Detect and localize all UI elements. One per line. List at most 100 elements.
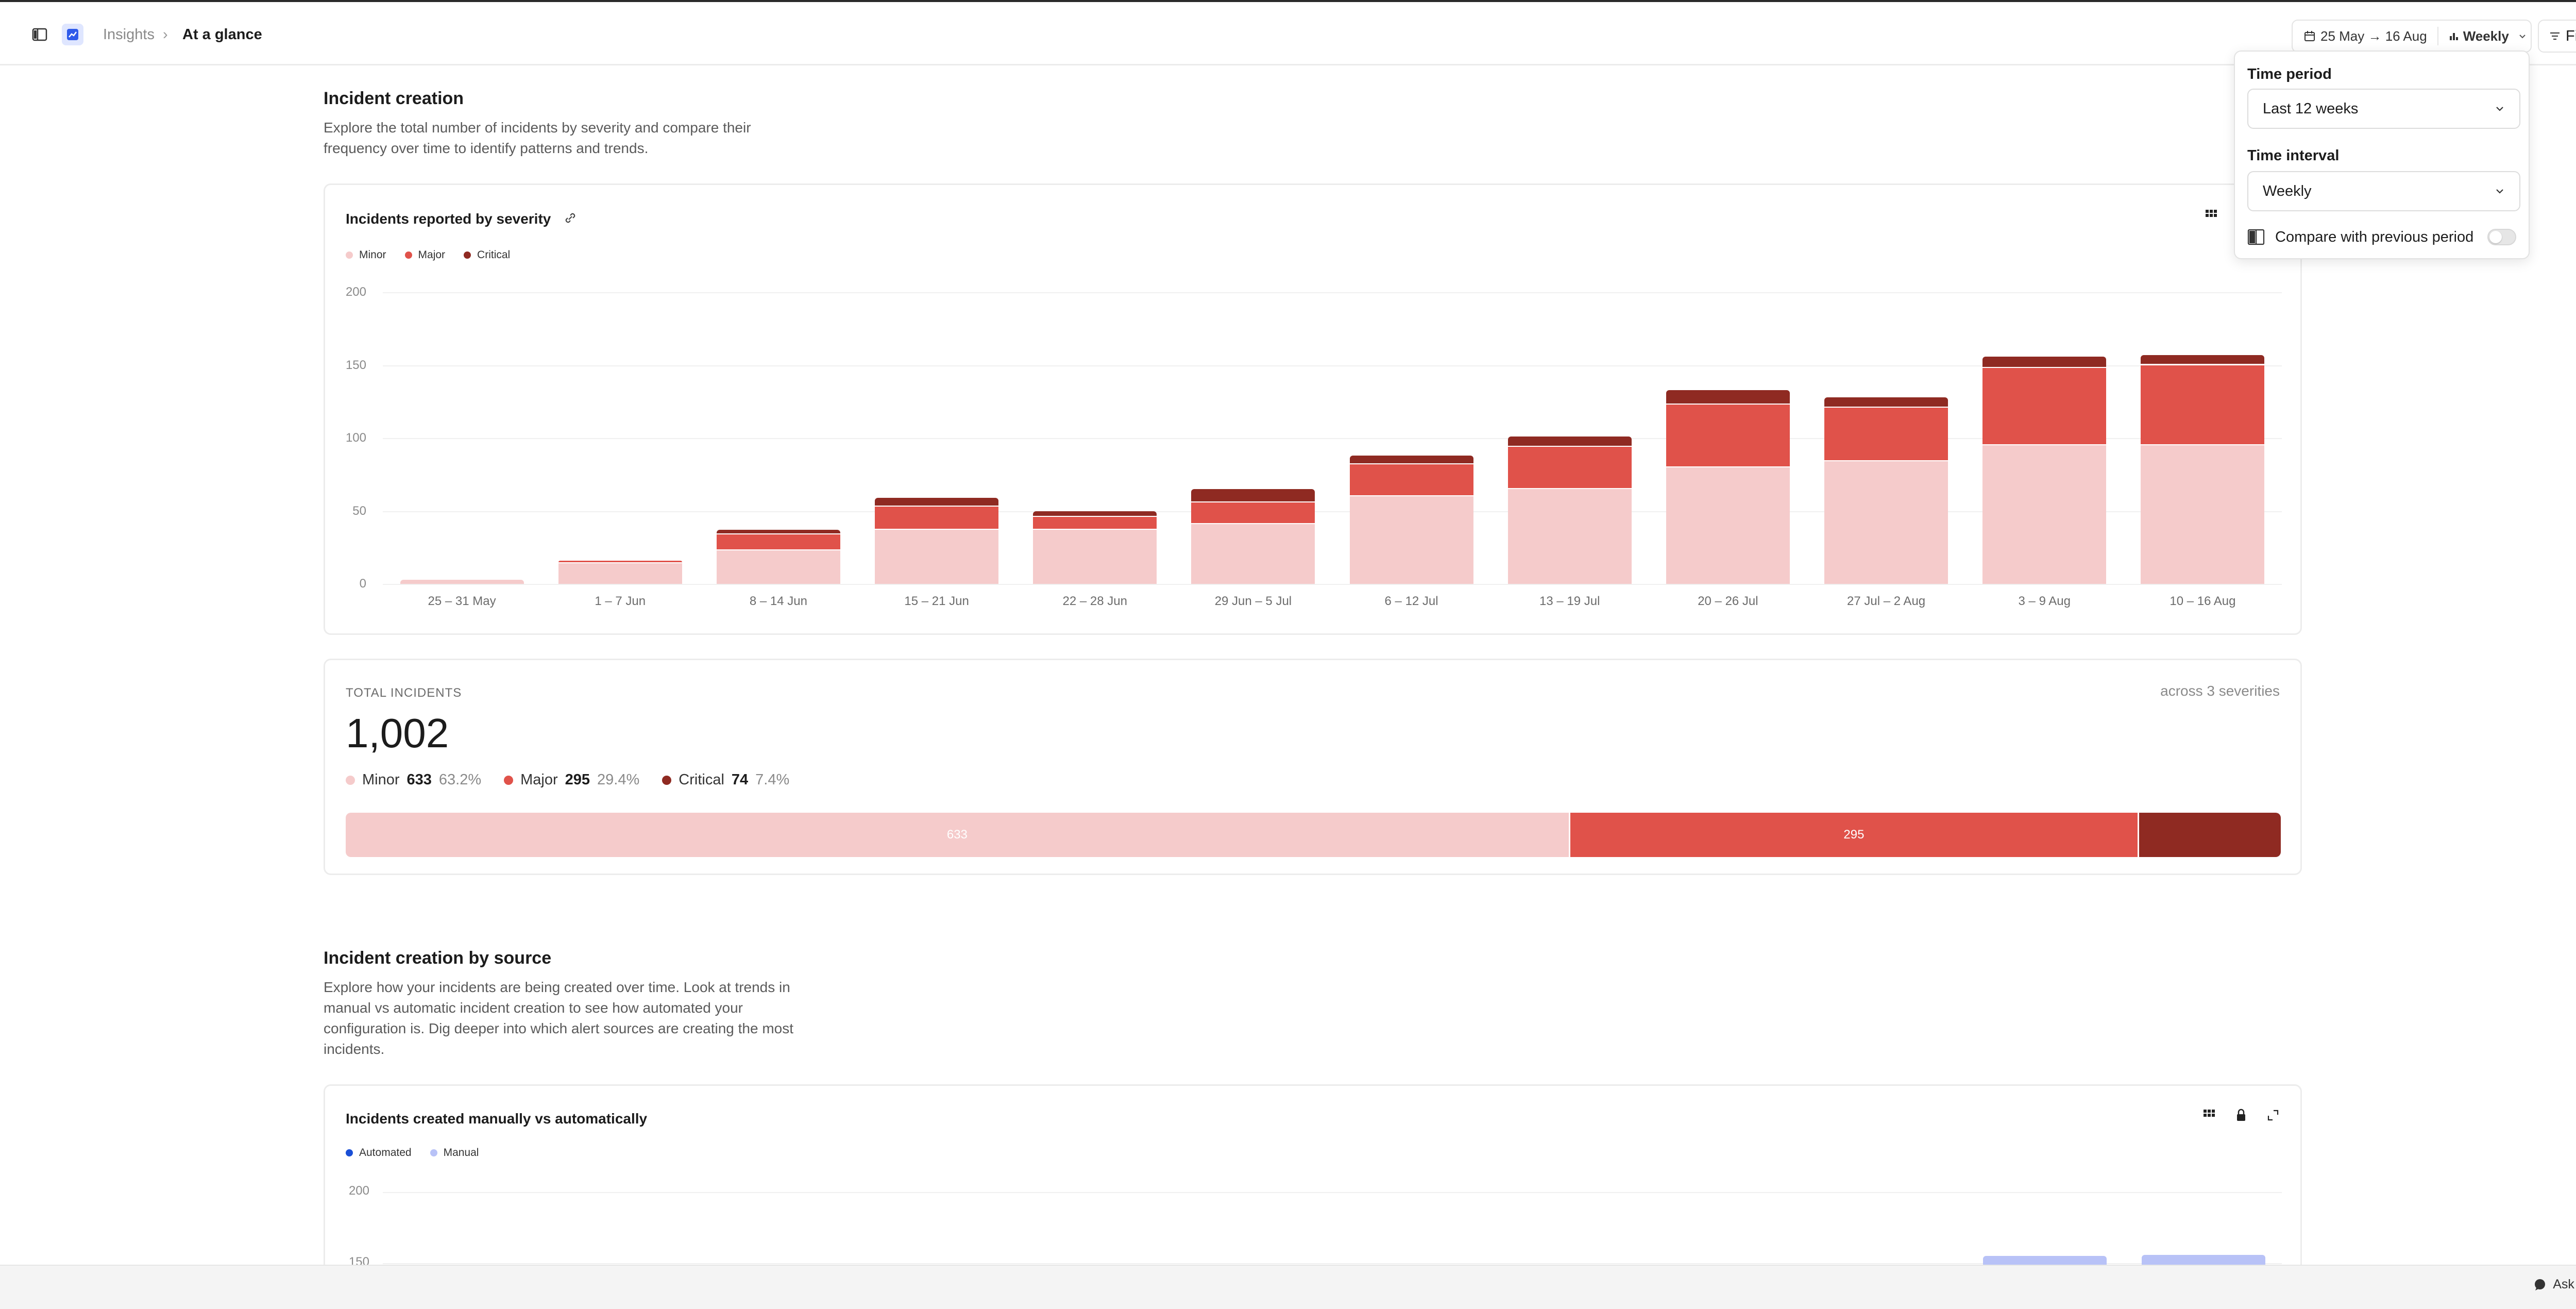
x-tick-label: 1 – 7 Jun — [595, 594, 646, 608]
y-tick-label: 200 — [345, 285, 366, 299]
chart-bar-critical[interactable] — [875, 498, 999, 506]
gridline — [383, 292, 2282, 293]
x-tick-label: 13 – 19 Jul — [1539, 594, 1600, 608]
chevron-down-icon — [2518, 32, 2527, 40]
interval-text: Weekly — [2463, 28, 2509, 44]
chart-bar-major[interactable] — [875, 507, 999, 529]
chart-bar-minor[interactable] — [1507, 489, 1632, 584]
grid-view-icon[interactable] — [2202, 1109, 2216, 1122]
bottom-bar: Ask incident — [0, 1265, 2576, 1309]
chart-bar-critical[interactable] — [1982, 356, 2107, 367]
chart-bar-critical[interactable] — [1191, 489, 1315, 501]
chart-bar-critical[interactable] — [1033, 511, 1157, 516]
chart-bar-critical[interactable] — [1349, 455, 1473, 463]
expand-icon[interactable] — [2266, 1109, 2280, 1122]
severity-breakdown: Minor 633 63.2% Major 295 29.4% Critical… — [346, 771, 789, 788]
severity-name: Major — [520, 771, 558, 788]
severity-chart-plot: 0 50 100 150 200 25 – 31 May 1 – 7 Jun 8 – 14 J… — [325, 185, 2300, 633]
chart-bar-minor[interactable] — [1666, 467, 1790, 584]
toolbar-divider — [2437, 27, 2438, 45]
severity-distribution-bar: 633 295 — [346, 813, 2281, 857]
chat-bubble-icon — [2533, 1278, 2547, 1291]
total-incidents-value: 1,002 — [346, 710, 449, 756]
filter-button[interactable]: Filter — [2538, 20, 2576, 53]
legend-item-manual: Manual — [430, 1147, 479, 1159]
date-range-picker[interactable]: 25 May → 16 Aug Weekly — [2292, 20, 2532, 53]
legend-item-automated: Automated — [346, 1147, 412, 1159]
chart-bar-critical[interactable] — [2141, 355, 2265, 364]
lock-icon[interactable] — [2234, 1109, 2248, 1122]
time-period-label: Time period — [2247, 66, 2332, 82]
chart-bar-major[interactable] — [1033, 516, 1157, 529]
breadcrumb-current: At a glance — [182, 26, 262, 43]
chart-title: Incidents created manually vs automatica… — [346, 1111, 648, 1127]
chart-bar-minor[interactable] — [875, 530, 999, 584]
total-incidents-card: TOTAL INCIDENTS across 3 severities 1,00… — [324, 659, 2302, 875]
chart-bar-major[interactable] — [1982, 368, 2107, 445]
distribution-segment-minor[interactable]: 633 — [346, 813, 1569, 857]
chart-bar-major[interactable] — [716, 534, 840, 549]
chart-bar-minor[interactable] — [2141, 445, 2265, 584]
chart-bar-minor[interactable] — [1191, 524, 1315, 584]
chart-legend: Automated Manual — [346, 1147, 479, 1159]
chart-bar-critical[interactable] — [716, 530, 840, 533]
severity-critical-stat: Critical 74 7.4% — [662, 771, 789, 788]
x-tick-label: 27 Jul – 2 Aug — [1847, 594, 1926, 608]
chart-bar-minor[interactable] — [1824, 461, 1948, 584]
chart-bar-critical[interactable] — [1824, 397, 1948, 407]
severity-name: Critical — [679, 771, 724, 788]
chart-bar-minor[interactable] — [1349, 496, 1473, 584]
breadcrumb-separator-icon: › — [163, 26, 168, 43]
distribution-segment-major[interactable]: 295 — [1568, 813, 2138, 857]
chart-bar-major[interactable] — [1349, 464, 1473, 496]
chart-bar-minor[interactable] — [1982, 445, 2107, 584]
severity-name: Minor — [362, 771, 400, 788]
ask-incident-button[interactable]: Ask incident — [2533, 1277, 2576, 1292]
time-settings-popover: Time period Last 12 weeks Time interval … — [2234, 51, 2530, 259]
chart-bar-major[interactable] — [1824, 407, 1948, 461]
severity-major-stat: Major 295 29.4% — [504, 771, 639, 788]
chart-bar-minor[interactable] — [558, 563, 682, 584]
chart-bar-critical[interactable] — [1507, 437, 1632, 446]
compare-label: Compare with previous period — [2275, 229, 2474, 245]
y-tick-label: 200 — [348, 1184, 369, 1198]
severity-chart-card: Incidents reported by severity Minor Maj… — [324, 183, 2302, 635]
y-tick-label: 100 — [345, 431, 366, 445]
severity-count: 633 — [406, 771, 432, 788]
chart-bar-minor[interactable] — [1033, 530, 1157, 584]
chart-bar-major[interactable] — [1191, 502, 1315, 523]
time-period-select[interactable]: Last 12 weeks — [2247, 89, 2520, 129]
distribution-segment-critical[interactable] — [2138, 813, 2281, 857]
severity-minor-stat: Minor 633 63.2% — [346, 771, 481, 788]
section-title-incident-source: Incident creation by source — [324, 948, 552, 968]
sidebar-toggle-icon[interactable] — [29, 24, 50, 45]
top-header: Insights › At a glance 25 May → 16 Aug W… — [0, 2, 2576, 65]
x-tick-label: 15 – 21 Jun — [904, 594, 969, 608]
chart-bar-major[interactable] — [2141, 365, 2265, 445]
x-tick-label: 29 Jun – 5 Jul — [1214, 594, 1292, 608]
y-tick-label: 150 — [345, 358, 366, 372]
chart-bar-major[interactable] — [1507, 446, 1632, 489]
x-tick-label: 10 – 16 Aug — [2170, 594, 2236, 608]
severity-count: 74 — [731, 771, 749, 788]
legend-label: Manual — [443, 1147, 479, 1159]
date-range-text: 25 May → 16 Aug — [2320, 28, 2427, 44]
section-description: Explore the total number of incidents by… — [324, 120, 751, 156]
chart-bar-minor[interactable] — [716, 550, 840, 584]
section-title-incident-creation: Incident creation — [324, 89, 464, 108]
time-interval-label: Time interval — [2247, 147, 2340, 164]
chart-bar-major[interactable] — [1666, 404, 1790, 466]
chart-bar-minor[interactable] — [400, 579, 524, 584]
severity-swatch — [662, 775, 672, 785]
x-tick-label: 20 – 26 Jul — [1698, 594, 1758, 608]
severity-swatch — [504, 775, 514, 785]
bar-chart-icon — [2449, 31, 2459, 41]
chart-bar-major[interactable] — [558, 560, 682, 563]
compare-toggle[interactable] — [2487, 229, 2516, 245]
breadcrumb-parent[interactable]: Insights — [103, 26, 155, 43]
severity-count: 295 — [565, 771, 590, 788]
time-interval-value: Weekly — [2263, 182, 2312, 199]
time-interval-select[interactable]: Weekly — [2247, 171, 2520, 211]
chart-bar-critical[interactable] — [1666, 390, 1790, 404]
section-description: Explore how your incidents are being cre… — [324, 979, 794, 1057]
